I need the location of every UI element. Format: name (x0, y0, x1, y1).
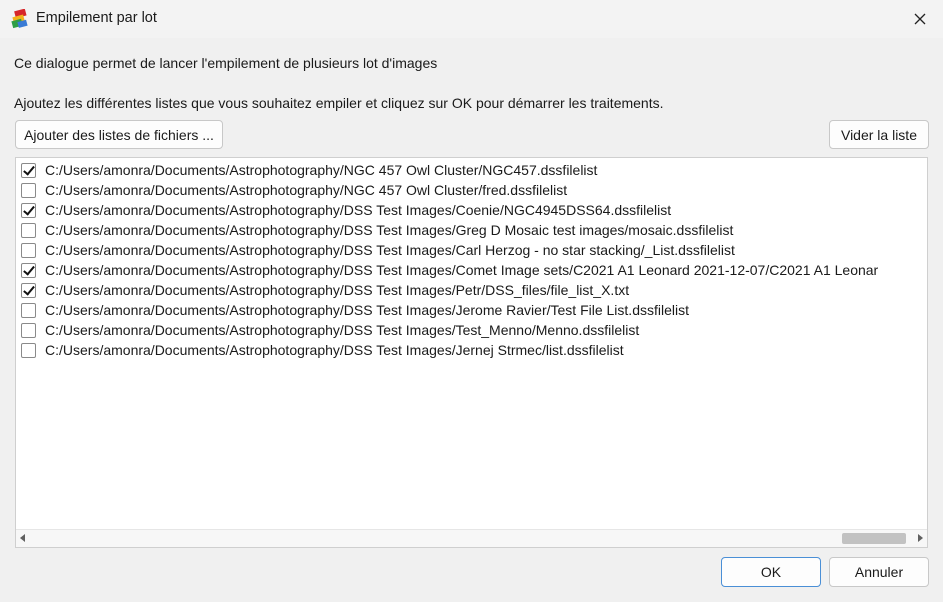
instructions-text: Ajoutez les différentes listes que vous … (14, 95, 664, 111)
close-button[interactable] (897, 0, 943, 38)
list-item[interactable]: C:/Users/amonra/Documents/Astrophotograp… (16, 240, 927, 260)
list-item-checkbox[interactable] (21, 222, 36, 238)
scroll-left-arrow-icon[interactable] (20, 534, 25, 542)
intro-text: Ce dialogue permet de lancer l'empilemen… (14, 55, 438, 71)
list-item-checkbox[interactable] (21, 182, 36, 198)
list-item[interactable]: C:/Users/amonra/Documents/Astrophotograp… (16, 320, 927, 340)
list-item-checkbox[interactable] (21, 262, 36, 278)
list-item[interactable]: C:/Users/amonra/Documents/Astrophotograp… (16, 340, 927, 360)
scroll-right-arrow-icon[interactable] (918, 534, 923, 542)
clear-list-button[interactable]: Vider la liste (829, 120, 929, 149)
scrollbar-thumb[interactable] (842, 533, 906, 544)
ok-button[interactable]: OK (721, 557, 821, 587)
add-file-lists-button[interactable]: Ajouter des listes de fichiers ... (15, 120, 223, 149)
list-item-path: C:/Users/amonra/Documents/Astrophotograp… (45, 222, 734, 238)
list-item-path: C:/Users/amonra/Documents/Astrophotograp… (45, 282, 630, 298)
list-item[interactable]: C:/Users/amonra/Documents/Astrophotograp… (16, 300, 927, 320)
list-item-path: C:/Users/amonra/Documents/Astrophotograp… (45, 302, 689, 318)
list-item-path: C:/Users/amonra/Documents/Astrophotograp… (45, 322, 640, 338)
list-item-checkbox[interactable] (21, 242, 36, 258)
list-item-path: C:/Users/amonra/Documents/Astrophotograp… (45, 202, 672, 218)
horizontal-scrollbar[interactable] (16, 529, 927, 547)
list-item-path: C:/Users/amonra/Documents/Astrophotograp… (45, 162, 598, 178)
list-item-path: C:/Users/amonra/Documents/Astrophotograp… (45, 342, 624, 358)
close-icon (914, 13, 926, 25)
list-item[interactable]: C:/Users/amonra/Documents/Astrophotograp… (16, 180, 927, 200)
list-item-checkbox[interactable] (21, 322, 36, 338)
list-item-checkbox[interactable] (21, 162, 36, 178)
file-list[interactable]: C:/Users/amonra/Documents/Astrophotograp… (15, 157, 928, 548)
list-item[interactable]: C:/Users/amonra/Documents/Astrophotograp… (16, 280, 927, 300)
cancel-button[interactable]: Annuler (829, 557, 929, 587)
list-item[interactable]: C:/Users/amonra/Documents/Astrophotograp… (16, 160, 927, 180)
list-item-checkbox[interactable] (21, 342, 36, 358)
list-item-path: C:/Users/amonra/Documents/Astrophotograp… (45, 182, 568, 198)
dss-app-icon (11, 9, 28, 29)
list-item-checkbox[interactable] (21, 282, 36, 298)
list-item[interactable]: C:/Users/amonra/Documents/Astrophotograp… (16, 260, 927, 280)
title-bar: Empilement par lot (0, 0, 943, 38)
list-item-checkbox[interactable] (21, 302, 36, 318)
list-item-checkbox[interactable] (21, 202, 36, 218)
list-item[interactable]: C:/Users/amonra/Documents/Astrophotograp… (16, 220, 927, 240)
list-item-path: C:/Users/amonra/Documents/Astrophotograp… (45, 262, 879, 278)
list-item[interactable]: C:/Users/amonra/Documents/Astrophotograp… (16, 200, 927, 220)
list-item-path: C:/Users/amonra/Documents/Astrophotograp… (45, 242, 735, 258)
window-title: Empilement par lot (36, 10, 157, 26)
